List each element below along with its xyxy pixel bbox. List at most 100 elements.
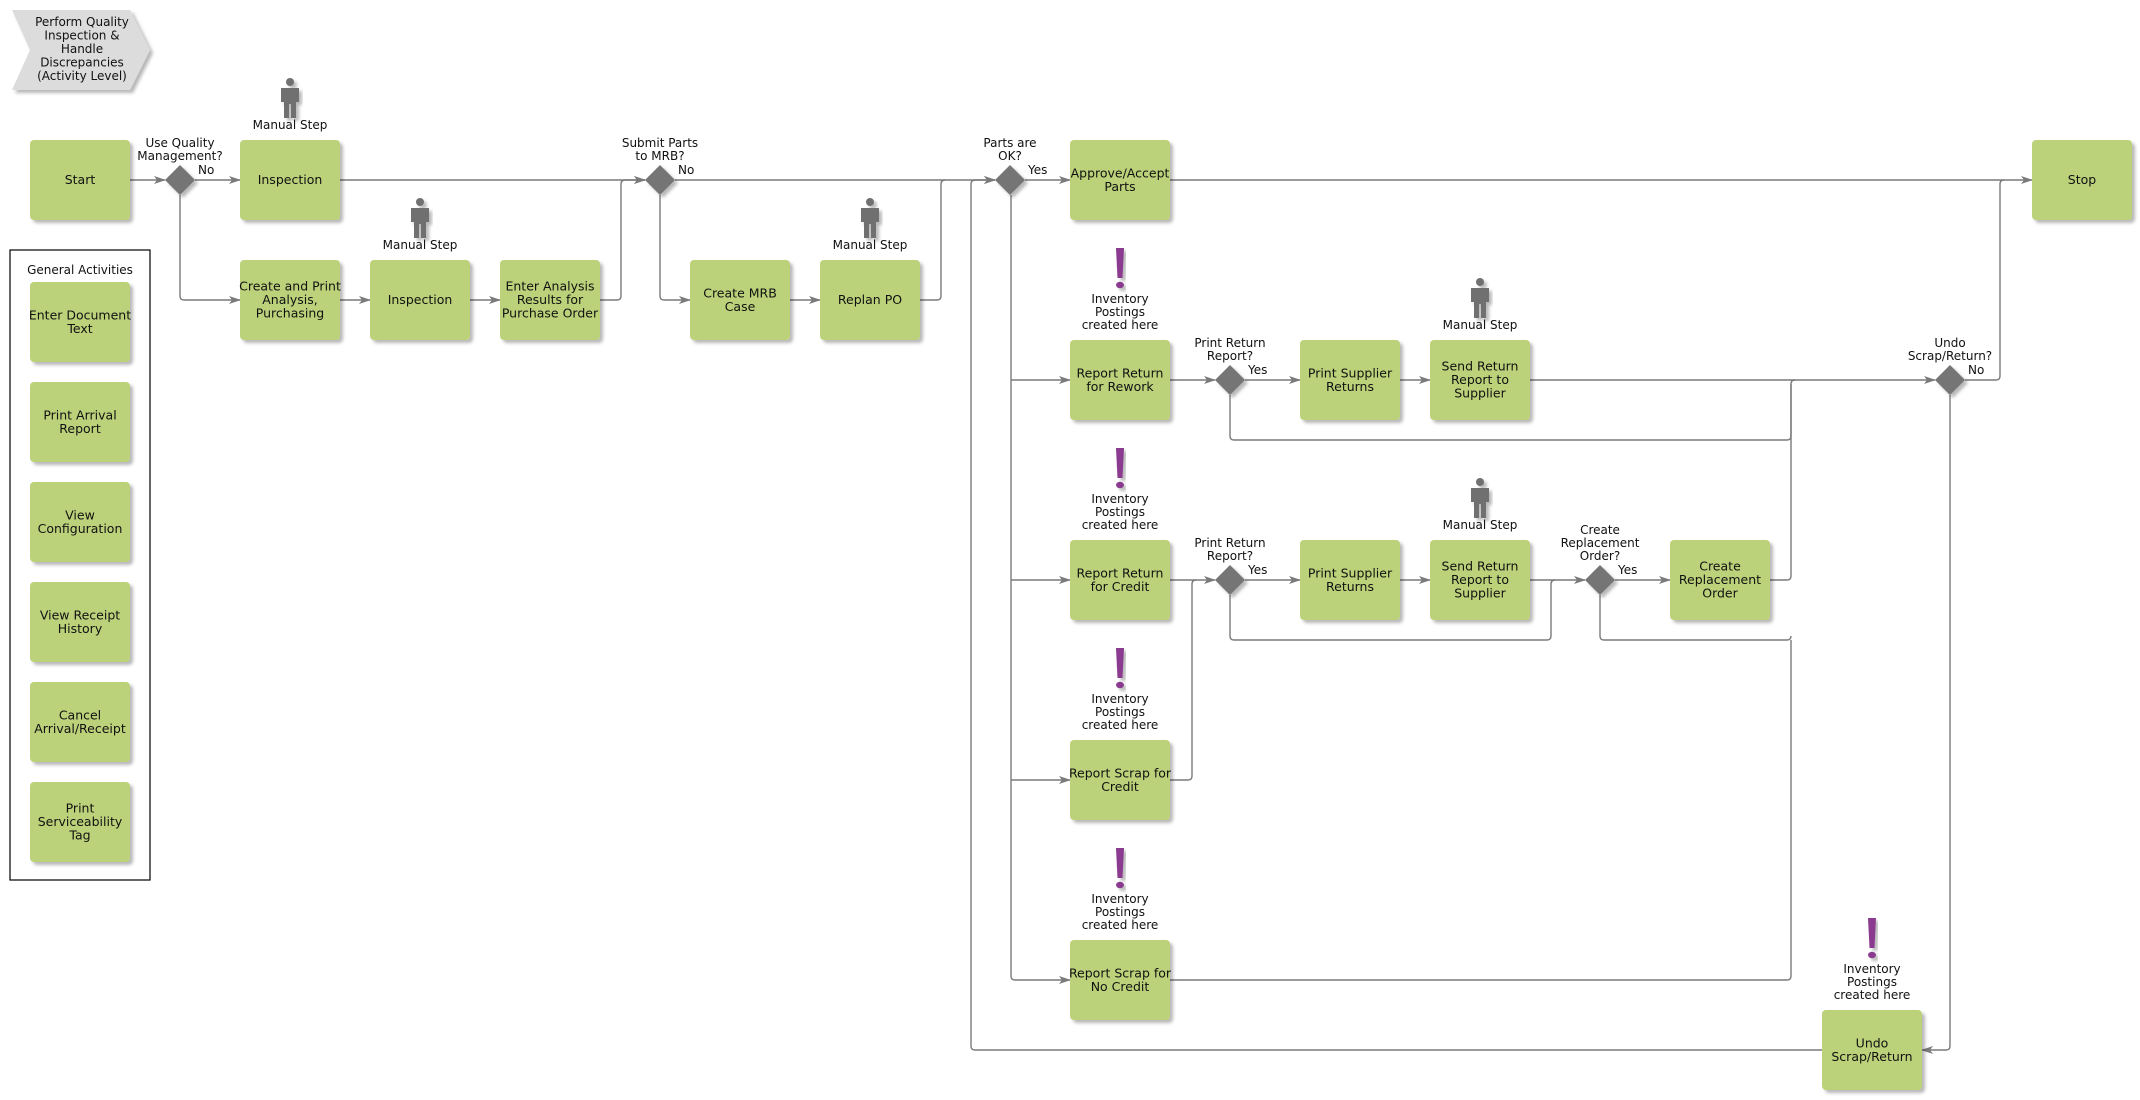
title-chevron: Perform Quality Inspection & Handle Discrep…	[12, 10, 150, 90]
general-activity-item[interactable]: View Configuration	[30, 482, 130, 562]
general-activity-item[interactable]: Print Serviceability Tag	[30, 782, 130, 862]
node-inspection2[interactable]: Inspection	[370, 260, 470, 340]
decision-label: Parts are OK?	[983, 136, 1036, 163]
branch-label: Yes	[1617, 563, 1637, 577]
decision-create-repl[interactable]: Create Replacement Order?Yes	[1561, 523, 1640, 595]
inventory-posting-annotation: Inventory Postings created here	[1082, 248, 1159, 332]
connector	[1170, 579, 1197, 781]
decision-gateways: Use Quality Management?NoSubmit Parts to M…	[137, 136, 1992, 595]
connector	[920, 179, 946, 301]
process-diagram: Perform Quality Inspection & Handle Discrep…	[9, 10, 2132, 1090]
node-create-mrb[interactable]: Create MRB Case	[690, 260, 790, 340]
decision-use-qm[interactable]: Use Quality Management?No	[137, 136, 223, 195]
node-stop[interactable]: Stop	[2032, 140, 2132, 220]
diamond-shape	[165, 165, 195, 195]
inventory-posting-annotation: Inventory Postings created here	[1082, 848, 1159, 932]
inventory-label: Inventory Postings created here	[1082, 492, 1159, 532]
manual-step-annotation: Manual Step	[1443, 478, 1518, 532]
manual-step-label: Manual Step	[253, 118, 328, 132]
connector	[1170, 640, 1792, 981]
diamond-shape	[1215, 365, 1245, 395]
decision-label: Print Return Report?	[1194, 336, 1265, 363]
node-label: Start	[65, 172, 96, 187]
person-icon	[861, 198, 879, 238]
node-scrap-no-credit[interactable]: Report Scrap for No Credit	[1069, 940, 1172, 1020]
manual-step-annotation: Manual Step	[253, 78, 328, 132]
decision-label: Use Quality Management?	[137, 136, 222, 163]
exclamation-icon	[1116, 848, 1124, 889]
diamond-shape	[645, 165, 675, 195]
decision-label: Submit Parts to MRB?	[622, 136, 698, 163]
branch-label: Yes	[1027, 163, 1047, 177]
diamond-shape	[1585, 565, 1615, 595]
diamond-shape	[1215, 565, 1245, 595]
manual-step-label: Manual Step	[1443, 318, 1518, 332]
inventory-posting-annotation: Inventory Postings created here	[1082, 648, 1159, 732]
node-create-replacement[interactable]: Create Replacement Order	[1670, 540, 1770, 620]
node-replan-po[interactable]: Replan PO	[820, 260, 920, 340]
node-create-print[interactable]: Create and Print Analysis, Purchasing	[239, 260, 341, 340]
activity-nodes: Start Inspection Create and Print Analysis,…	[30, 140, 2132, 1090]
node-label: Stop	[2068, 172, 2096, 187]
node-start[interactable]: Start	[30, 140, 130, 220]
node-send-return1[interactable]: Send Return Report to Supplier	[1430, 340, 1530, 420]
connector	[1921, 395, 1951, 1054]
inventory-posting-annotation: Inventory Postings created here	[1834, 918, 1911, 1002]
exclamation-icon	[1116, 448, 1124, 489]
node-return-rework[interactable]: Report Return for Rework	[1070, 340, 1170, 420]
decision-label: Create Replacement Order?	[1561, 523, 1640, 563]
decision-label: Undo Scrap/Return?	[1908, 336, 1992, 363]
node-print-supplier1[interactable]: Print Supplier Returns	[1300, 340, 1400, 420]
node-label: Inspection	[258, 172, 323, 187]
connector	[179, 195, 241, 304]
inventory-label: Inventory Postings created here	[1082, 292, 1159, 332]
connector	[1010, 195, 1071, 984]
node-send-return2[interactable]: Send Return Report to Supplier	[1430, 540, 1530, 620]
node-enter-analysis[interactable]: Enter Analysis Results for Purchase Order	[500, 260, 600, 340]
connector	[600, 176, 646, 301]
decision-print-return2[interactable]: Print Return Report?Yes	[1194, 536, 1267, 595]
exclamation-icon	[1116, 648, 1124, 689]
manual-step-annotation: Manual Step	[383, 198, 458, 252]
general-activities-heading: General Activities	[27, 263, 133, 277]
diamond-shape	[1935, 365, 1965, 395]
branch-label: Yes	[1247, 363, 1267, 377]
general-activity-item[interactable]: Print Arrival Report	[30, 382, 130, 462]
branch-label: No	[1968, 363, 1984, 377]
inventory-label: Inventory Postings created here	[1082, 692, 1159, 732]
general-activities-panel: General Activities Enter Document Text Pri…	[9, 249, 151, 881]
manual-step-label: Manual Step	[1443, 518, 1518, 532]
inventory-label: Inventory Postings created here	[1082, 892, 1159, 932]
person-icon	[411, 198, 429, 238]
decision-submit-mrb[interactable]: Submit Parts to MRB?No	[622, 136, 698, 195]
node-inspection1[interactable]: Inspection	[240, 140, 340, 220]
node-approve[interactable]: Approve/Accept Parts	[1070, 140, 1170, 220]
decision-undo-q[interactable]: Undo Scrap/Return?No	[1908, 336, 1992, 395]
general-activity-item[interactable]: Enter Document Text	[29, 282, 131, 362]
diamond-shape	[995, 165, 1025, 195]
branch-label: Yes	[1247, 563, 1267, 577]
decision-parts-ok[interactable]: Parts are OK?Yes	[983, 136, 1047, 195]
node-scrap-credit[interactable]: Report Scrap for Credit	[1069, 740, 1172, 820]
node-label: Replan PO	[838, 292, 902, 307]
connector	[659, 195, 691, 304]
decision-label: Print Return Report?	[1194, 536, 1265, 563]
node-return-credit[interactable]: Report Return for Credit	[1070, 540, 1170, 620]
manual-step-label: Manual Step	[383, 238, 458, 252]
decision-print-return1[interactable]: Print Return Report?Yes	[1194, 336, 1267, 395]
node-label: Report Return for Rework	[1077, 365, 1164, 394]
exclamation-icon	[1868, 918, 1876, 959]
connector	[1770, 384, 1792, 581]
node-label: Inspection	[388, 292, 453, 307]
person-icon	[1471, 278, 1489, 318]
general-activity-item[interactable]: Cancel Arrival/Receipt	[30, 682, 130, 762]
branch-label: No	[198, 163, 214, 177]
branch-label: No	[678, 163, 694, 177]
general-activity-item[interactable]: View Receipt History	[30, 582, 130, 662]
person-icon	[281, 78, 299, 118]
inventory-label: Inventory Postings created here	[1834, 962, 1911, 1002]
node-print-supplier2[interactable]: Print Supplier Returns	[1300, 540, 1400, 620]
person-icon	[1471, 478, 1489, 518]
exclamation-icon	[1116, 248, 1124, 289]
node-undo[interactable]: Undo Scrap/Return	[1822, 1010, 1922, 1090]
